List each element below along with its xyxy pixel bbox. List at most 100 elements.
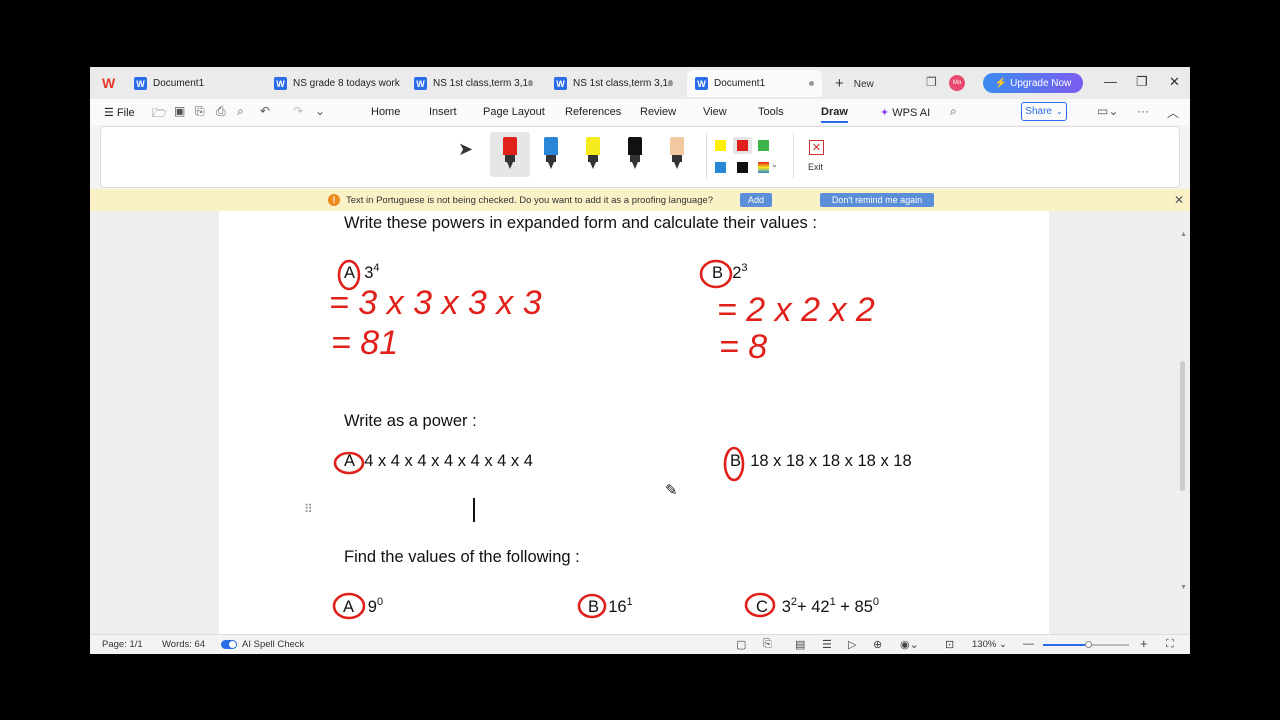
menu-review[interactable]: Review — [640, 106, 676, 118]
select-pointer-icon[interactable]: ➤ — [458, 139, 473, 160]
document-canvas[interactable]: Write these powers in expanded form and … — [90, 211, 1190, 634]
black-pen-icon[interactable] — [628, 137, 642, 173]
save-icon[interactable]: ▣ — [174, 104, 185, 118]
undo-icon[interactable]: ↶ — [260, 104, 270, 118]
red-pen-icon[interactable] — [503, 137, 517, 173]
ink-circle-3b — [577, 593, 607, 619]
new-tab-label: New — [853, 79, 874, 90]
redo-icon[interactable]: ↷ — [293, 104, 303, 118]
menu-view[interactable]: View — [703, 106, 727, 118]
ink-annotations[interactable]: = 3 x 3 x 3 x 3 = 81 = 2 x 2 x 2 = 8 — [219, 211, 1049, 634]
zoom-slider-fill — [1043, 644, 1087, 646]
window-layout-icon[interactable]: ❐ — [926, 75, 937, 89]
exit-draw-icon[interactable]: ✕ — [809, 140, 824, 155]
exit-label[interactable]: Exit — [808, 162, 823, 172]
page-view-icon[interactable]: ▤ — [795, 638, 805, 651]
play-icon[interactable]: ▷ — [848, 638, 856, 651]
layout-mode-icon[interactable]: ⎘ — [763, 638, 772, 651]
read-mode-icon[interactable]: ▢ — [736, 638, 746, 651]
tab-document1[interactable]: W Document1 — [126, 70, 261, 97]
export-icon[interactable]: ⎘ — [195, 104, 205, 119]
outline-view-icon[interactable]: ☰ — [822, 638, 832, 651]
share-button[interactable]: Share ⌄ — [1021, 102, 1067, 121]
menu-tools[interactable]: Tools — [758, 106, 784, 118]
zoom-level[interactable]: 130% ⌄ — [972, 639, 1007, 650]
more-dropdown-icon[interactable]: ⌄ — [315, 104, 325, 118]
web-view-icon[interactable]: ⊕ — [873, 638, 882, 651]
zoom-out-icon[interactable]: — — [1023, 638, 1034, 650]
word-doc-icon: W — [554, 77, 567, 90]
print-preview-icon[interactable]: ⌕ — [237, 104, 244, 119]
blue-swatch[interactable] — [715, 162, 726, 173]
add-language-button[interactable]: Add — [740, 193, 772, 207]
chevron-down-icon[interactable]: ⌄ — [771, 160, 778, 169]
pink-highlighter-icon[interactable] — [670, 137, 684, 173]
word-doc-icon: W — [134, 77, 147, 90]
red-swatch[interactable] — [737, 140, 748, 151]
divider — [706, 133, 707, 178]
yellow-swatch[interactable] — [715, 140, 726, 151]
close-icon[interactable]: ✕ — [1169, 74, 1180, 90]
share-label: Share — [1025, 106, 1052, 117]
wps-logo-icon[interactable]: W — [102, 75, 115, 91]
fullscreen-icon[interactable]: ⛶ — [1166, 638, 1174, 651]
menu-wps-ai[interactable]: ✦ WPS AI — [880, 106, 930, 119]
tab-ns-grade8[interactable]: W NS grade 8 todays work — [266, 70, 401, 97]
tab-ns-1st-class-b[interactable]: W NS 1st class,term 3,1s — [546, 70, 681, 97]
blue-pen-icon[interactable] — [544, 137, 558, 173]
menu-references[interactable]: References — [565, 106, 621, 118]
menu-page-layout[interactable]: Page Layout — [483, 106, 545, 118]
word-count[interactable]: Words: 64 — [162, 639, 205, 650]
page-count[interactable]: Page: 1/1 — [102, 639, 143, 650]
warning-icon: ! — [328, 194, 340, 206]
fit-page-icon[interactable]: ⊡ — [945, 638, 954, 651]
print-icon[interactable]: ⎙ — [216, 104, 226, 119]
ink-circle-3a — [332, 592, 366, 620]
tab-bar: W W Document1 W NS grade 8 todays work W… — [90, 67, 1190, 99]
zoom-in-icon[interactable]: + — [1140, 636, 1148, 651]
spell-check-toggle[interactable] — [221, 640, 237, 649]
tab-ns-1st-class-a[interactable]: W NS 1st class,term 3,1s — [406, 70, 541, 97]
open-folder-icon[interactable]: 🗁 — [152, 104, 167, 125]
collapse-ribbon-icon[interactable]: ︿ — [1167, 104, 1179, 121]
paragraph-drag-handle-icon[interactable]: ⠿ — [304, 502, 313, 516]
new-tab-button[interactable]: + New — [835, 75, 874, 92]
scroll-down-icon[interactable]: ▼ — [1180, 584, 1187, 591]
more-options-icon[interactable]: ··· — [1137, 104, 1149, 118]
vertical-scrollbar[interactable] — [1180, 361, 1185, 491]
close-icon[interactable]: ✕ — [1174, 193, 1184, 207]
avatar[interactable]: Mo — [949, 75, 965, 91]
menu-draw[interactable]: Draw — [821, 106, 848, 123]
minimize-icon[interactable]: — — [1104, 74, 1117, 89]
more-colors-icon[interactable] — [758, 162, 769, 173]
restore-icon[interactable]: ❐ — [1136, 74, 1148, 90]
lightning-icon: ⚡ — [994, 77, 1008, 89]
yellow-highlighter-icon[interactable] — [586, 137, 600, 173]
black-swatch[interactable] — [737, 162, 748, 173]
notification-text: Text in Portuguese is not being checked.… — [346, 195, 714, 206]
tab-label: NS grade 8 todays work — [293, 78, 400, 89]
comment-icon[interactable]: ▭⌄ — [1097, 104, 1118, 118]
tab-label: NS 1st class,term 3,1s — [573, 78, 674, 89]
file-label: File — [116, 107, 135, 119]
file-menu[interactable]: ☰ File — [104, 106, 135, 119]
menu-home[interactable]: Home — [371, 106, 400, 118]
hamburger-icon: ☰ — [104, 107, 117, 119]
ink-circle-2b — [723, 446, 745, 482]
sparkle-icon: ✦ — [880, 107, 893, 119]
green-swatch[interactable] — [758, 140, 769, 151]
zoom-slider-handle[interactable] — [1085, 641, 1092, 648]
tab-document1-active[interactable]: W Document1 — [687, 70, 822, 97]
upgrade-now-button[interactable]: ⚡ Upgrade Now — [983, 73, 1083, 93]
document-page[interactable]: Write these powers in expanded form and … — [219, 211, 1049, 634]
search-icon[interactable]: ⌕ — [950, 104, 957, 119]
ink-circle-1b — [699, 259, 733, 289]
tab-label: Document1 — [714, 78, 766, 89]
wps-writer-window: W W Document1 W NS grade 8 todays work W… — [90, 67, 1190, 654]
dont-remind-button[interactable]: Don't remind me again — [820, 193, 934, 207]
scroll-up-icon[interactable]: ▲ — [1180, 231, 1187, 238]
unsaved-dot-icon — [528, 81, 533, 86]
text-caret — [473, 498, 475, 522]
eye-protection-icon[interactable]: ◉⌄ — [900, 638, 919, 651]
menu-insert[interactable]: Insert — [429, 106, 457, 118]
